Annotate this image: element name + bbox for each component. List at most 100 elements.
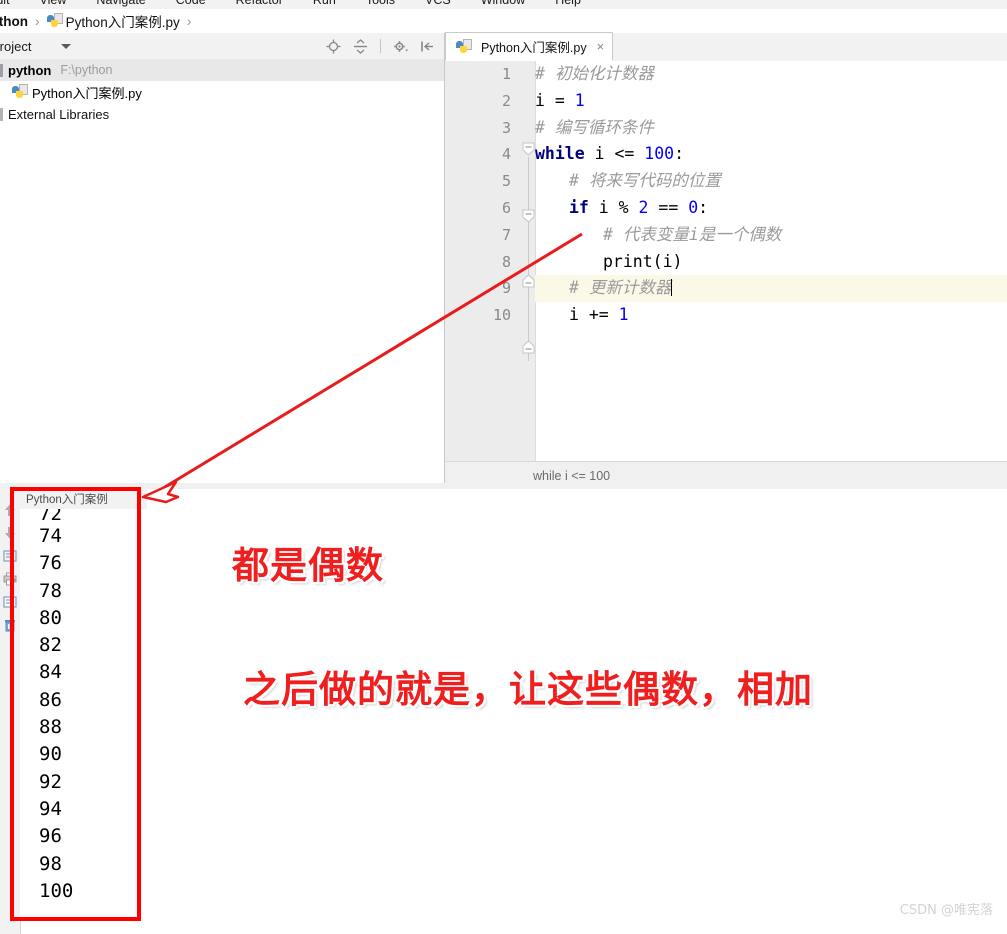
code-line-8[interactable]: print(i) <box>535 249 1007 276</box>
project-toolbar <box>326 38 444 54</box>
code-line-9[interactable]: # 更新计数器 <box>535 275 1007 303</box>
code-token-text: i = <box>535 90 575 110</box>
breadcrumb-project[interactable]: python <box>0 14 28 29</box>
code-token-number: 100 <box>644 144 675 164</box>
code-lines[interactable]: # 初始化计数器 i = 1 # 编写循环条件 while i <= 100: … <box>535 61 1007 461</box>
tree-item-python-file[interactable]: Python入门案例.py <box>0 81 444 103</box>
soft-wrap-icon[interactable] <box>3 549 17 563</box>
watermark: CSDN @唯宪落 <box>899 903 993 918</box>
code-token-number: 1 <box>574 90 585 110</box>
code-editor: Python入门案例.py × 1 2 3 4 5 6 7 8 9 10 # 初… <box>445 32 1007 490</box>
code-area[interactable]: 1 2 3 4 5 6 7 8 9 10 # 初始化计数器 i = 1 # 编写… <box>445 61 1007 461</box>
code-token-text: : <box>674 144 685 164</box>
line-number: 2 <box>501 91 511 110</box>
line-number: 6 <box>501 198 511 217</box>
console-output[interactable]: 72 74 76 78 80 82 84 86 88 90 92 94 96 9… <box>20 509 166 920</box>
breadcrumb: python › Python入门案例.py › <box>0 9 1007 33</box>
fold-column[interactable] <box>521 61 536 461</box>
code-token-comment: # 初始化计数器 <box>535 64 654 83</box>
editor-status-text: while i <= 100 <box>533 469 611 483</box>
python-file-icon <box>46 13 63 28</box>
pycharm-window: Edit View Navigate Code Refactor Run Too… <box>0 0 1007 934</box>
chevron-down-icon[interactable] <box>61 43 72 49</box>
breadcrumb-file-label: Python入门案例.py <box>65 15 180 30</box>
scroll-to-end-icon[interactable] <box>3 595 17 609</box>
line-number: 1 <box>501 65 511 83</box>
tree-item-label: External Libraries <box>8 106 110 122</box>
code-token-number: 1 <box>618 305 629 325</box>
line-number: 8 <box>501 252 511 271</box>
hide-panel-icon[interactable] <box>420 39 435 54</box>
code-token-text: print(i) <box>603 251 683 271</box>
python-file-icon <box>456 38 472 54</box>
text-caret <box>671 279 673 297</box>
close-icon[interactable]: × <box>597 39 605 54</box>
line-number: 9 <box>501 279 511 298</box>
tree-node-marker <box>0 63 3 77</box>
menu-item-view[interactable]: View <box>38 0 69 7</box>
locate-icon[interactable] <box>326 39 341 54</box>
menu-item-code[interactable]: Code <box>174 0 208 7</box>
code-token-text: : <box>698 197 709 217</box>
annotation-text-even-numbers: 都是偶数 <box>232 544 384 587</box>
console-tab-bar: Python入门案例 <box>20 489 147 510</box>
menu-bar-items: Edit View Navigate Code Refactor Run Too… <box>0 0 583 9</box>
console-toolbar <box>0 489 21 934</box>
tree-item-project-root[interactable]: python F:\python <box>0 59 444 81</box>
code-token-text: == <box>648 197 689 217</box>
menu-item-tools[interactable]: Tools <box>364 0 397 7</box>
python-file-icon <box>12 84 28 99</box>
tree-item-external-libraries[interactable]: External Libraries <box>0 103 444 125</box>
project-tree: python F:\python Python入门案例.py External … <box>0 59 444 125</box>
collapse-all-icon[interactable] <box>353 38 368 54</box>
breadcrumb-separator-1: › <box>35 13 40 29</box>
menu-item-window[interactable]: Window <box>479 0 527 7</box>
menu-item-navigate[interactable]: Navigate <box>94 0 147 7</box>
code-line-6[interactable]: if i % 2 == 0: <box>535 195 1007 222</box>
code-token-keyword: while <box>535 144 585 164</box>
code-token-comment: # 将来写代码的位置 <box>569 171 721 191</box>
menu-item-help[interactable]: Help <box>553 0 583 7</box>
code-line-5[interactable]: # 将来写代码的位置 <box>535 168 1007 195</box>
tree-item-label: python <box>8 62 52 78</box>
line-number: 4 <box>501 145 511 164</box>
project-title: Project <box>0 38 32 54</box>
console-tab-label[interactable]: Python入门案例 <box>20 491 108 507</box>
code-token-number: 0 <box>688 197 699 217</box>
code-line-2[interactable]: i = 1 <box>535 88 1007 115</box>
project-header: Project <box>0 33 444 60</box>
code-line-1[interactable]: # 初始化计数器 <box>535 61 1007 88</box>
print-icon[interactable] <box>3 572 17 586</box>
menu-item-edit[interactable]: Edit <box>0 0 12 7</box>
project-tool-window: Project python <box>0 33 445 490</box>
arrow-up-icon[interactable] <box>3 503 17 517</box>
menu-item-refactor[interactable]: Refactor <box>234 0 285 7</box>
editor-gutter[interactable]: 1 2 3 4 5 6 7 8 9 10 <box>445 61 521 461</box>
editor-tab-python-file[interactable]: Python入门案例.py × <box>445 32 614 61</box>
arrow-down-icon[interactable] <box>3 526 17 540</box>
line-number: 5 <box>501 172 511 191</box>
code-token-text: i += <box>569 305 619 325</box>
breadcrumb-separator-2: › <box>186 13 192 29</box>
breadcrumb-file[interactable]: Python入门案例.py <box>46 11 180 31</box>
code-line-10[interactable]: i += 1 <box>535 302 1007 329</box>
code-token-text: i % <box>588 197 639 217</box>
menu-item-run[interactable]: Run <box>311 0 338 7</box>
settings-gear-icon[interactable] <box>393 39 408 54</box>
trash-icon[interactable] <box>3 618 17 632</box>
annotation-text-sum-evens: 之后做的就是，让这些偶数，相加 <box>243 668 813 711</box>
editor-tab-bar: Python入门案例.py × <box>445 32 1007 62</box>
code-line-7[interactable]: # 代表变量i是一个偶数 <box>535 222 1007 249</box>
menu-item-vcs[interactable]: VCS <box>423 0 453 7</box>
code-token-keyword: if <box>569 197 589 217</box>
code-token-number: 2 <box>638 197 649 217</box>
line-number: 7 <box>501 225 511 244</box>
code-line-3[interactable]: # 编写循环条件 <box>535 115 1007 142</box>
code-token-comment: # 代表变量i是一个偶数 <box>603 224 782 244</box>
code-token-comment: # 更新计数器 <box>569 278 672 298</box>
toolbar-divider <box>380 39 381 53</box>
line-number: 10 <box>492 306 511 325</box>
code-line-4[interactable]: while i <= 100: <box>535 141 1007 168</box>
code-token-comment: # 编写循环条件 <box>535 117 654 137</box>
editor-tab-label: Python入门案例.py <box>481 41 587 55</box>
